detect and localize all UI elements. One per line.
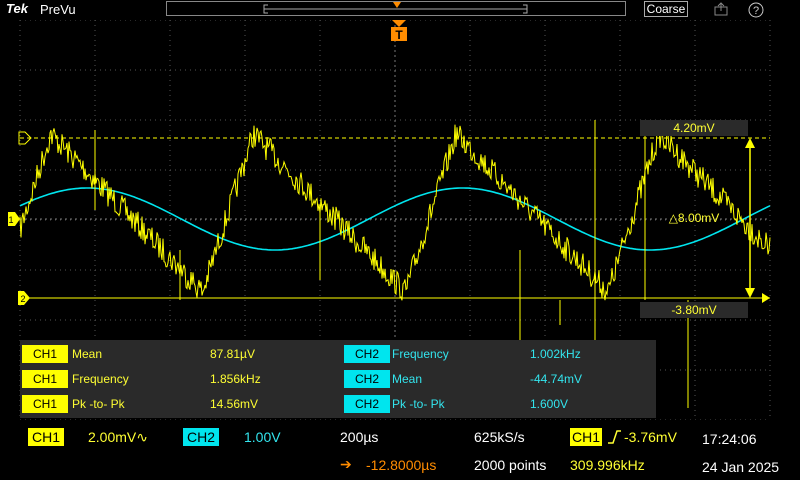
measurement-label: Mean (72, 347, 103, 361)
ch1-marker-label: 1 (8, 215, 13, 225)
ch2-badge: CH2 (344, 370, 390, 388)
measurement-value: 14.56mV (210, 397, 259, 411)
sample-rate: 625kS/s (474, 429, 525, 445)
record-view-bar[interactable] (166, 1, 626, 16)
measurement-row[interactable]: CH2 Mean -44.74mV (344, 368, 654, 390)
coarse-button[interactable]: Coarse (644, 1, 688, 17)
ch1-offset-marker[interactable]: 1 (8, 212, 20, 226)
measurement-row[interactable]: CH1 Pk -to- Pk 14.56mV (20, 393, 340, 415)
measurement-value: 1.002kHz (530, 347, 581, 361)
trigger-level-marker[interactable] (762, 293, 770, 303)
measurement-row[interactable]: CH1 Frequency 1.856kHz (20, 368, 340, 390)
ch1-badge: CH1 (22, 395, 68, 413)
position-arrow-icon: ➔ (340, 456, 352, 472)
trigger-frequency: 309.996kHz (570, 457, 645, 473)
measurement-value: 1.600V (530, 397, 569, 411)
svg-text:?: ? (753, 5, 759, 17)
ch1-badge: CH1 (22, 345, 68, 363)
measurement-label: Pk -to- Pk (72, 397, 125, 411)
rising-edge-icon (608, 430, 621, 444)
record-length: 2000 points (474, 457, 547, 473)
measurement-value: 87.81µV (210, 347, 255, 361)
ch2-marker-label: 2 (20, 294, 25, 304)
ch2-badge: CH2 (344, 395, 390, 413)
date: 24 Jan 2025 (702, 459, 780, 475)
ch2-scale-badge[interactable]: CH2 (183, 428, 219, 446)
trigger-position-marker[interactable]: T (391, 20, 407, 42)
trigger-source-badge[interactable]: CH1 (570, 428, 602, 446)
record-window-icon (263, 2, 528, 14)
clock-time: 17:24:06 (702, 431, 757, 447)
ch1-badge: CH1 (22, 370, 68, 388)
cursor-upper-readout: 4.20mV (640, 120, 748, 136)
brand-logo: Tek (6, 1, 28, 16)
ch1-vertical-scale[interactable]: 2.00mV∿ (88, 428, 148, 446)
measurement-label: Mean (392, 372, 423, 386)
cursor-down-arrow-icon (745, 288, 755, 298)
horizontal-scale[interactable]: 200µs (340, 428, 378, 446)
cursor-lower-readout: -3.80mV (640, 302, 748, 318)
horizontal-position[interactable]: -12.8000µs (366, 456, 436, 474)
measurement-label: Frequency (392, 347, 449, 361)
ch2-vertical-scale[interactable]: 1.00V (244, 428, 281, 446)
ch1-scale-badge[interactable]: CH1 (28, 428, 64, 446)
help-icon[interactable]: ? (748, 2, 764, 18)
measurement-label: Pk -to- Pk (392, 397, 445, 411)
ch2-badge: CH2 (344, 345, 390, 363)
measurement-value: 1.856kHz (210, 372, 261, 386)
measurement-row[interactable]: CH2 Pk -to- Pk 1.600V (344, 393, 654, 415)
cursor-up-arrow-icon (745, 138, 755, 148)
trigger-level[interactable]: -3.76mV (624, 428, 677, 446)
cursor-delta-readout: △8.00mV (668, 211, 720, 225)
measurement-value: -44.74mV (530, 372, 583, 386)
measurement-row[interactable]: CH1 Mean 87.81µV (20, 343, 340, 365)
acquisition-mode: PreVu (40, 2, 76, 17)
measurement-row[interactable]: CH2 Frequency 1.002kHz (344, 343, 654, 365)
measurement-label: Frequency (72, 372, 129, 386)
ch2-offset-marker[interactable]: 2 (18, 291, 30, 305)
measurement-table: CH1 Mean 87.81µV CH1 Frequency 1.856kHz … (20, 340, 656, 418)
trigger-marker-label: T (395, 28, 403, 42)
export-icon[interactable] (714, 2, 728, 16)
